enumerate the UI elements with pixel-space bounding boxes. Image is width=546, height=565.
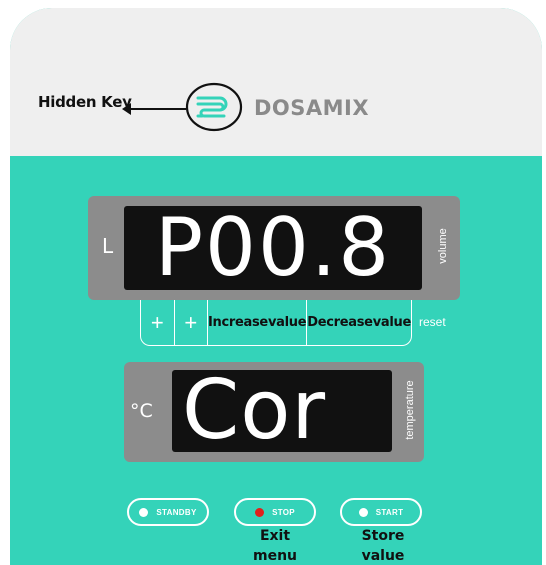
increase-value-button[interactable]: Increase value [208,300,308,345]
brand-name: DOSAMIX [254,96,370,120]
exit-menu-caption: Exit menu [245,526,305,565]
increase-label-line2: value [267,315,307,330]
keypad: + + Increase value Decrease value [140,300,412,346]
temperature-unit: °C [130,400,153,422]
plus-button-1[interactable]: + [141,300,175,345]
temperature-readout: Cor [172,370,392,452]
dosamix-logo-icon[interactable] [184,81,244,133]
stop-indicator-icon [255,507,265,517]
standby-label: STANDBY [156,507,197,517]
temperature-display: °C Cor temperature [124,362,424,462]
start-indicator-icon [358,507,368,517]
volume-display: L P00.8 volume [88,196,460,300]
plus-button-2[interactable]: + [175,300,208,345]
stop-label: STOP [272,507,295,517]
arrow-icon [122,103,186,115]
start-button[interactable]: START [340,498,422,526]
standby-indicator-icon [139,507,149,517]
stop-button[interactable]: STOP [234,498,316,526]
panel-header [10,8,542,156]
decrease-value-button[interactable]: Decrease value [307,300,411,345]
volume-readout: P00.8 [124,206,422,290]
reset-label: reset [419,315,446,329]
store-caption-line2: value [361,548,405,564]
decrease-label-line2: value [372,315,412,330]
temperature-label: temperature [404,380,416,440]
exit-caption-line2: menu [252,548,298,564]
store-caption-line1: Store [361,528,405,544]
start-label: START [375,507,404,517]
store-value-caption: Store value [348,526,418,565]
volume-unit: L [102,234,114,258]
hidden-key-label: Hidden Key [38,93,132,111]
decrease-label-line1: Decrease [307,315,373,330]
volume-label: volume [437,228,449,264]
exit-caption-line1: Exit [259,528,291,544]
standby-button[interactable]: STANDBY [127,498,209,526]
increase-label-line1: Increase [208,315,268,330]
